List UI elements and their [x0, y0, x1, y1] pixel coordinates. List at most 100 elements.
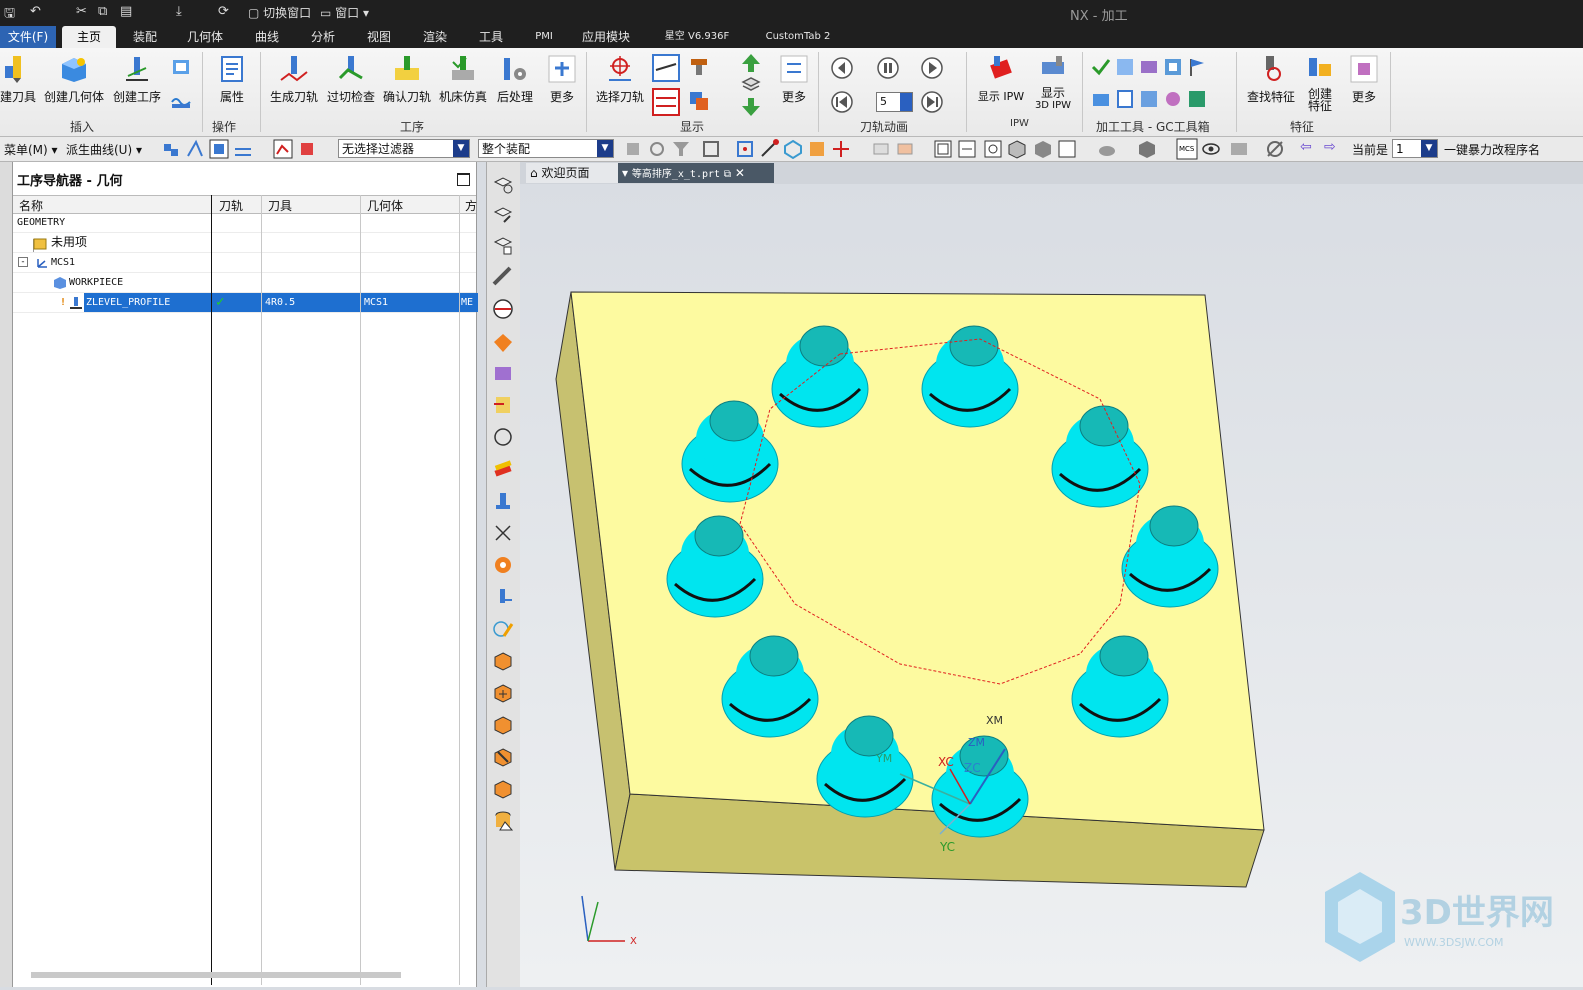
box-edit-icon[interactable] — [492, 778, 514, 800]
tab-assembly[interactable]: 装配 — [120, 26, 170, 48]
box-rotate-icon[interactable] — [492, 714, 514, 736]
repeat-command-icon[interactable]: ⟳ — [218, 4, 229, 19]
machine-simulation-button[interactable]: 机床仿真 — [436, 54, 490, 105]
derived-curves-button[interactable]: 派生曲线(U) ▾ — [66, 141, 142, 158]
snap-icon-4[interactable] — [700, 138, 722, 160]
tree-row-zlevel-profile[interactable]: ! ZLEVEL_PROFILE ✓ 4R0.5 MCS1 ME — [13, 293, 478, 313]
tab-geometry[interactable]: 几何体 — [176, 26, 234, 48]
gouge-check-button[interactable]: 过切检查 — [324, 54, 378, 105]
tree-row-mcs1[interactable]: - MCS1 — [13, 253, 476, 273]
wcs-icon[interactable]: MCS — [1176, 138, 1198, 160]
paste-icon[interactable]: ▤ — [120, 4, 132, 19]
column-header-geometry[interactable]: 几何体 — [367, 197, 403, 214]
rewind-icon[interactable] — [830, 90, 854, 114]
view-cube-icon[interactable] — [1006, 138, 1028, 160]
menu-button[interactable]: 菜单(M) ▾ — [4, 141, 58, 158]
snap-icon-11[interactable] — [894, 138, 916, 160]
generate-toolpath-button[interactable]: 生成刀轨 — [266, 54, 322, 105]
select-edge-icon[interactable] — [232, 138, 254, 160]
view-icon-5[interactable] — [1032, 138, 1054, 160]
web-browser-icon[interactable] — [492, 362, 514, 384]
view-icon-1[interactable] — [932, 138, 954, 160]
tab-view[interactable]: 视图 — [354, 26, 404, 48]
select-toolpath-button[interactable]: 选择刀轨 — [592, 54, 648, 105]
tree-row-workpiece[interactable]: WORKPIECE — [13, 273, 476, 293]
move-up-icon[interactable] — [740, 52, 762, 74]
current-number-dropdown[interactable]: 1 ▼ — [1392, 139, 1438, 158]
cylinder-icon[interactable] — [492, 810, 514, 832]
gc-tool-icon-9[interactable] — [1162, 88, 1184, 110]
create-tool-button[interactable]: 建刀具 — [0, 54, 38, 105]
cut-icon[interactable]: ✂ — [76, 4, 87, 19]
detach-icon[interactable]: ⧉ — [724, 169, 731, 180]
move-down-icon[interactable] — [740, 96, 762, 118]
select-toolpath-icon[interactable] — [272, 138, 294, 160]
toolpath-display-icon[interactable] — [652, 54, 680, 82]
select-filter-icon[interactable] — [160, 138, 182, 160]
select-body-icon[interactable] — [208, 138, 230, 160]
tab-file[interactable]: 文件(F) — [0, 26, 56, 48]
gc-tool-icon-4[interactable] — [1162, 56, 1184, 78]
copy-icon[interactable]: ⧉ — [98, 4, 107, 19]
roles-icon[interactable] — [492, 490, 514, 512]
system-scenes-icon[interactable] — [492, 522, 514, 544]
create-method-icon[interactable] — [170, 56, 192, 78]
tab-pmi[interactable]: PMI — [524, 26, 564, 48]
toolpath-list-icon[interactable] — [652, 88, 680, 116]
history-icon[interactable] — [492, 394, 514, 416]
verify-toolpath-button[interactable]: 确认刀轨 — [380, 54, 434, 105]
circle-icon[interactable] — [492, 426, 514, 448]
find-feature-button[interactable]: 查找特征 — [1244, 54, 1298, 105]
tab-home[interactable]: 主页 — [62, 26, 116, 48]
more-process-button[interactable]: 更多 — [544, 54, 580, 105]
gc-tool-icon-7[interactable] — [1114, 88, 1136, 110]
tab-xingkong[interactable]: 星空 V6.936F — [652, 26, 742, 48]
graphics-window[interactable]: XC YC ZC XM YM ZM X 3D世界网 WWW.3DSJW.COM — [520, 184, 1583, 987]
snap-icon-2[interactable] — [646, 138, 668, 160]
tab-application[interactable]: 应用模块 — [574, 26, 638, 48]
box-icon[interactable] — [492, 650, 514, 672]
tab-analysis[interactable]: 分析 — [298, 26, 348, 48]
more-display-button[interactable]: 更多 — [776, 54, 812, 105]
more-feature-button[interactable]: 更多 — [1346, 54, 1382, 105]
anim-speed-spinner[interactable]: 5 — [876, 92, 913, 112]
hide-icon[interactable] — [1228, 138, 1250, 160]
collapse-icon[interactable]: - — [18, 257, 28, 267]
mold-icon[interactable] — [492, 554, 514, 576]
show-3d-icon[interactable] — [688, 90, 710, 112]
gc-tool-icon-10[interactable] — [1186, 88, 1208, 110]
layers-icon[interactable] — [740, 74, 762, 96]
tab-tools[interactable]: 工具 — [466, 26, 516, 48]
show-3d-ipw-button[interactable]: 显示 3D IPW — [1030, 54, 1076, 111]
show-ipw-button[interactable]: 显示 IPW — [974, 54, 1028, 104]
measure-icon[interactable] — [492, 298, 514, 320]
gc-tool-icon-3[interactable] — [1138, 56, 1160, 78]
constraint-navigator-icon[interactable] — [492, 204, 514, 226]
drill-icon[interactable] — [492, 586, 514, 608]
prev-arrow-icon[interactable]: ⇦ — [1300, 139, 1312, 155]
palette-icon[interactable] — [492, 458, 514, 480]
column-header-name[interactable]: 名称 — [19, 197, 43, 214]
command-finder-icon[interactable]: ⤓ — [176, 4, 182, 19]
filter-funnel-icon[interactable] — [670, 138, 692, 160]
tab-curve[interactable]: 曲线 — [242, 26, 292, 48]
tree-row-unused[interactable]: 未用项 — [13, 233, 476, 253]
tree-row-geometry[interactable]: GEOMETRY — [13, 213, 476, 233]
column-header-tool[interactable]: 刀具 — [268, 197, 292, 214]
snap-icon-10[interactable] — [870, 138, 892, 160]
close-icon[interactable]: ✕ — [735, 166, 745, 180]
hd3d-tools-icon[interactable] — [492, 332, 514, 354]
gc-flag-icon[interactable] — [1186, 56, 1208, 78]
assembly-navigator-icon[interactable] — [492, 174, 514, 196]
create-operation-button[interactable]: 创建工序 — [110, 54, 164, 105]
pause-icon[interactable] — [876, 56, 900, 80]
shaded-icon[interactable] — [1136, 138, 1158, 160]
maximize-icon[interactable] — [457, 173, 470, 186]
snap-icon-8[interactable] — [806, 138, 828, 160]
snap-icon-1[interactable] — [622, 138, 644, 160]
part-navigator-icon[interactable] — [492, 234, 514, 256]
tab-welcome-page[interactable]: ⌂ 欢迎页面 — [526, 163, 618, 183]
3d-model-view[interactable]: XC YC ZC XM YM ZM X 3D世界网 WWW.3DSJW.COM — [520, 184, 1583, 987]
box-delete-icon[interactable] — [492, 746, 514, 768]
invert-icon[interactable] — [1264, 138, 1286, 160]
